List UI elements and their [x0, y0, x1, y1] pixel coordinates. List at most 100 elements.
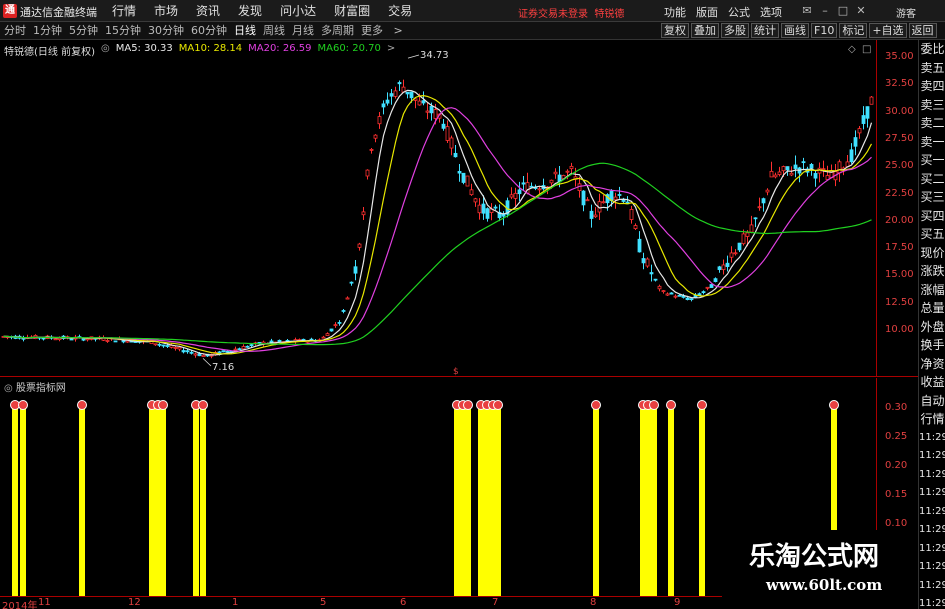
sidebar-item[interactable]: 11:29	[919, 484, 945, 503]
close-icon[interactable]: ✕	[854, 4, 868, 18]
draw-button[interactable]: 画线	[781, 23, 809, 38]
sidebar-item[interactable]: 净资	[919, 355, 945, 374]
sidebar-item[interactable]: 卖一	[919, 133, 945, 152]
sidebar-item[interactable]: 11:29	[919, 521, 945, 540]
sidebar-item[interactable]: 11:29	[919, 595, 945, 609]
sidebar-item[interactable]: 11:29	[919, 466, 945, 485]
sidebar-item[interactable]: 外盘	[919, 318, 945, 337]
guest-label[interactable]: 游客	[896, 5, 916, 20]
period-tab-daily[interactable]: 日线	[234, 24, 256, 38]
menu-function[interactable]: 功能	[664, 4, 686, 20]
login-status[interactable]: 证券交易未登录 特锐德	[518, 5, 624, 20]
date-tick-label: 5	[320, 597, 327, 608]
period-tab[interactable]: 15分钟	[105, 24, 141, 38]
period-tab[interactable]: 周线	[263, 24, 285, 38]
period-tab[interactable]: 30分钟	[148, 24, 184, 38]
candle-body	[713, 278, 718, 282]
menu-options[interactable]: 选项	[760, 4, 782, 20]
chart-settings-icon[interactable]: ◇	[848, 44, 856, 55]
sidebar-item[interactable]: 买一	[919, 151, 945, 170]
sidebar-item[interactable]: 11:29	[919, 447, 945, 466]
sidebar-item[interactable]: 卖五	[919, 59, 945, 78]
sidebar-item[interactable]: 总量	[919, 299, 945, 318]
chart-close-icon[interactable]: □	[862, 44, 871, 55]
sidebar-item[interactable]: 买四	[919, 207, 945, 226]
sidebar-item[interactable]: 行情	[919, 410, 945, 429]
sidebar-item[interactable]: 换手	[919, 336, 945, 355]
candle-body	[821, 168, 826, 171]
menu-ask[interactable]: 问小达	[280, 3, 316, 19]
sidebar-item[interactable]: 买五	[919, 225, 945, 244]
menu-layout[interactable]: 版面	[696, 4, 718, 20]
stats-button[interactable]: 统计	[751, 23, 779, 38]
menu-formula[interactable]: 公式	[728, 4, 750, 20]
price-tick-label: 25.00	[885, 160, 914, 172]
price-tick-label: 20.00	[885, 214, 914, 226]
candle-body	[461, 172, 466, 183]
mail-icon[interactable]: ✉	[800, 4, 814, 18]
overlay-button[interactable]: 叠加	[691, 23, 719, 38]
candle-body	[661, 290, 666, 293]
sidebar-item[interactable]: 卖三	[919, 96, 945, 115]
sidebar-item[interactable]: 卖四	[919, 77, 945, 96]
period-tab-more[interactable]: 更多 >	[361, 24, 410, 38]
maximize-icon[interactable]: □	[836, 4, 850, 18]
candle-body	[777, 171, 782, 175]
candlestick-chart[interactable]: 34.73 7.16 ◇ □ $	[0, 40, 876, 376]
indicator-name: 股票指标网	[15, 383, 66, 394]
f10-button[interactable]: F10	[811, 23, 838, 38]
sidebar-item[interactable]: 涨幅	[919, 281, 945, 300]
sidebar-item[interactable]: 现价	[919, 244, 945, 263]
candle-body	[429, 105, 434, 114]
panel-divider[interactable]	[0, 376, 918, 377]
candle-body	[277, 339, 282, 343]
sidebar-item[interactable]: 买二	[919, 170, 945, 189]
tool-buttons: 复权 叠加 多股 统计 画线 F10 标记 +自选 返回	[661, 23, 939, 38]
period-tab[interactable]: 60分钟	[191, 24, 227, 38]
sidebar-item[interactable]: 11:29	[919, 577, 945, 596]
sidebar-item[interactable]: 自动	[919, 392, 945, 411]
menu-discover[interactable]: 发现	[238, 3, 262, 19]
menu-trade[interactable]: 交易	[388, 3, 412, 19]
sidebar-item[interactable]: 11:29	[919, 540, 945, 559]
multi-stock-button[interactable]: 多股	[721, 23, 749, 38]
settings-icon[interactable]: ◎	[4, 383, 13, 394]
candle-body	[629, 208, 634, 220]
period-tab[interactable]: 月线	[292, 24, 314, 38]
back-button[interactable]: 返回	[908, 23, 937, 38]
chevron-right-icon: >	[393, 24, 403, 37]
menu-wealth[interactable]: 财富圈	[334, 3, 370, 19]
candle-body	[853, 137, 858, 147]
period-tab[interactable]: 1分钟	[33, 24, 62, 38]
sidebar-item[interactable]: 委比	[919, 40, 945, 59]
menu-quotes[interactable]: 行情	[112, 3, 136, 19]
period-tab[interactable]: 多周期	[321, 24, 354, 38]
candle-body	[361, 211, 366, 216]
candle-body	[865, 106, 870, 119]
sidebar-item[interactable]: 收益	[919, 373, 945, 392]
candle-body	[417, 100, 422, 106]
add-watchlist-button[interactable]: +自选	[869, 23, 907, 38]
minimize-icon[interactable]: –	[818, 4, 832, 18]
candle-body	[789, 172, 794, 176]
signal-bar	[495, 405, 501, 596]
menu-market[interactable]: 市场	[154, 3, 178, 19]
candle-body	[617, 194, 622, 196]
candle-body	[337, 322, 342, 324]
period-tab[interactable]: 5分钟	[69, 24, 98, 38]
settings-icon[interactable]: ◎	[101, 43, 110, 58]
mark-button[interactable]: 标记	[839, 23, 868, 38]
menu-news[interactable]: 资讯	[196, 3, 220, 19]
candle-body	[365, 169, 370, 177]
candle-body	[197, 353, 202, 357]
sidebar-item[interactable]: 卖二	[919, 114, 945, 133]
period-tab[interactable]: 分时	[4, 24, 26, 38]
sidebar-item[interactable]: 11:29	[919, 429, 945, 448]
sidebar-item[interactable]: 涨跌	[919, 262, 945, 281]
adjust-button[interactable]: 复权	[661, 23, 689, 38]
price-tick-label: 35.00	[885, 51, 914, 62]
chevron-right-icon[interactable]: >	[387, 43, 395, 58]
sidebar-item[interactable]: 买三	[919, 188, 945, 207]
sidebar-item[interactable]: 11:29	[919, 503, 945, 522]
sidebar-item[interactable]: 11:29	[919, 558, 945, 577]
